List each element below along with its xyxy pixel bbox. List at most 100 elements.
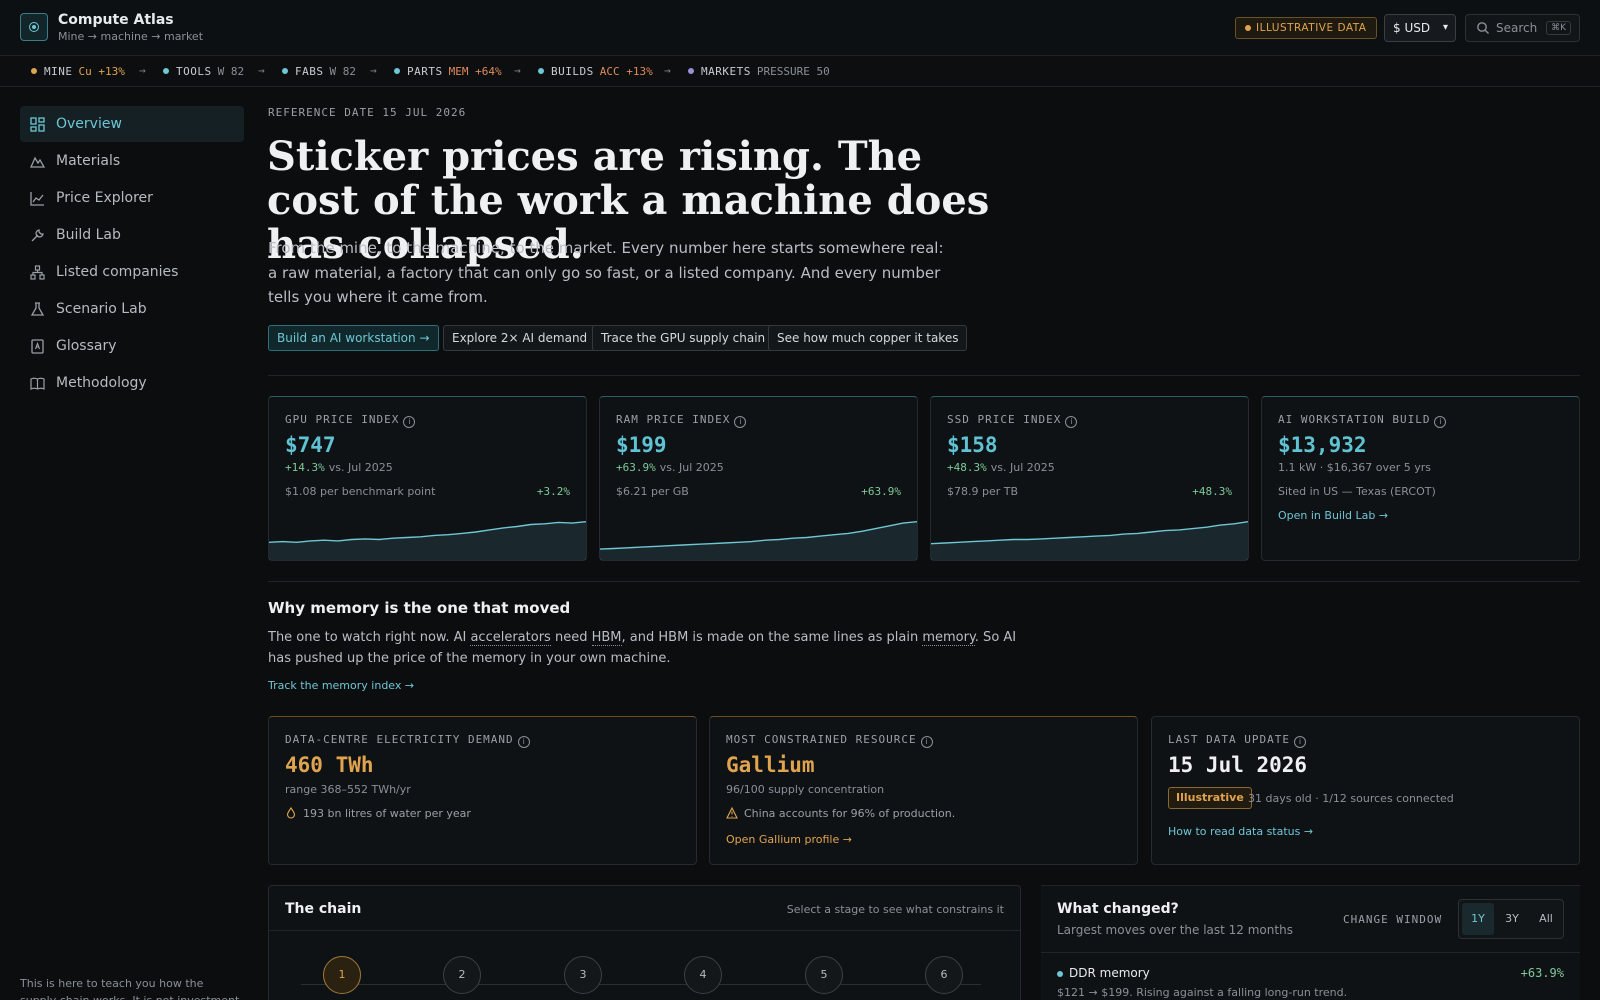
card-change: +14.3% vs. Jul 2025: [285, 461, 393, 474]
ram-index-card[interactable]: RAM PRICE INDEX i $199 +63.9% vs. Jul 2025…: [599, 396, 918, 561]
divider: [269, 930, 1020, 931]
chain-panel: The chain Select a stage to see what con…: [268, 885, 1021, 1000]
panel-title: What changed?: [1057, 901, 1179, 917]
chain-track: [301, 984, 981, 985]
card-change: +48.3% vs. Jul 2025: [947, 461, 1055, 474]
card-value: $158: [947, 433, 998, 457]
card-label: SSD PRICE INDEX i: [947, 413, 1078, 428]
open-gallium-link[interactable]: Open Gallium profile →: [726, 833, 852, 846]
last-update-card: LAST DATA UPDATE i 15 Jul 2026 Illustrati…: [1151, 716, 1580, 865]
arrow-right-icon: →: [842, 833, 852, 846]
card-label: LAST DATA UPDATE i: [1168, 733, 1306, 748]
line-chart-icon: [30, 192, 44, 206]
change-window-label: CHANGE WINDOW: [1343, 913, 1443, 926]
chain-stage-3[interactable]: 3: [564, 956, 602, 994]
panel-title: The chain: [285, 901, 362, 917]
disclaimer-text: This is here to teach you how the supply…: [20, 977, 239, 1000]
info-icon[interactable]: i: [1434, 416, 1447, 428]
sidebar-item-listed-companies[interactable]: Listed companies: [20, 254, 244, 290]
panel-hint: Select a stage to see what constrains it: [786, 903, 1004, 916]
shortcut-hint: ⌘K: [1546, 21, 1571, 35]
search-icon: [1477, 22, 1489, 34]
card-value: $199: [616, 433, 667, 457]
track-memory-link[interactable]: Track the memory index →: [268, 679, 414, 692]
info-icon[interactable]: i: [1293, 736, 1306, 748]
what-changed-panel: What changed? Largest moves over the las…: [1041, 885, 1580, 1000]
sidebar-item-price-explorer[interactable]: Price Explorer: [20, 180, 244, 216]
card-unit: $1.08 per benchmark point: [285, 485, 436, 498]
build-workstation-button[interactable]: Build an AI workstation →: [268, 325, 439, 351]
droplet-icon: [286, 807, 296, 819]
arrow-icon: →: [514, 64, 521, 77]
top-bar: Compute Atlas Mine → machine → market IL…: [0, 0, 1600, 56]
logo-icon[interactable]: [20, 13, 48, 41]
sparkline-delta: +63.9%: [861, 485, 901, 498]
info-icon[interactable]: i: [920, 736, 933, 748]
change-row-name[interactable]: DDR memory: [1057, 966, 1150, 980]
chain-stage-1[interactable]: 1: [323, 956, 361, 994]
flask-icon: [30, 302, 45, 316]
page-lede: From the mine, to the machine, to the ma…: [268, 239, 944, 306]
gpu-index-card[interactable]: GPU PRICE INDEX i $747 +14.3% vs. Jul 2025…: [268, 396, 587, 561]
arrow-icon: →: [258, 64, 265, 77]
info-icon[interactable]: i: [1065, 416, 1078, 428]
open-build-lab-link[interactable]: Open in Build Lab →: [1278, 509, 1388, 522]
status-dot: [394, 68, 400, 74]
sidebar-item-methodology[interactable]: Methodology: [20, 365, 244, 401]
sidebar-item-build-lab[interactable]: Build Lab: [20, 217, 244, 253]
status-dot: [538, 68, 544, 74]
info-icon[interactable]: i: [517, 736, 530, 748]
glossary-term[interactable]: accelerators: [470, 630, 551, 646]
info-icon[interactable]: i: [734, 416, 747, 428]
info-icon[interactable]: i: [403, 416, 416, 428]
card-note: 193 bn litres of water per year: [285, 807, 471, 820]
sidebar-item-scenario-lab[interactable]: Scenario Lab: [20, 291, 244, 327]
data-status-link[interactable]: How to read data status →: [1168, 825, 1313, 838]
sidebar-item-glossary[interactable]: Glossary: [20, 328, 244, 364]
ribbon-item-mine[interactable]: MINE Cu +13%: [31, 65, 125, 78]
chain-stage-6[interactable]: 6: [925, 956, 963, 994]
card-value: Gallium: [726, 753, 815, 777]
card-location: Sited in US — Texas (ERCOT): [1278, 485, 1436, 498]
trace-gpu-chain-button[interactable]: Trace the GPU supply chain: [592, 325, 775, 351]
sidebar-item-overview[interactable]: Overview: [20, 106, 244, 142]
arrow-icon: →: [664, 64, 671, 77]
window-all-button[interactable]: All: [1530, 903, 1562, 935]
sparkline-delta: +48.3%: [1192, 485, 1232, 498]
divider: [268, 581, 1580, 582]
electricity-demand-card: DATA-CENTRE ELECTRICITY DEMAND i 460 TWh …: [268, 716, 697, 865]
ribbon-item-parts[interactable]: PARTS MEM +64%: [394, 65, 502, 78]
window-3y-button[interactable]: 3Y: [1496, 903, 1528, 935]
card-change: +63.9% vs. Jul 2025: [616, 461, 724, 474]
chain-stage-2[interactable]: 2: [443, 956, 481, 994]
ribbon-item-fabs[interactable]: FABS W 82: [282, 65, 356, 78]
ribbon-item-markets[interactable]: MARKETS PRESSURE 50: [688, 65, 830, 78]
sidebar-item-materials[interactable]: Materials: [20, 143, 244, 179]
ribbon-item-builds[interactable]: BUILDS ACC +13%: [538, 65, 653, 78]
explore-ai-demand-button[interactable]: Explore 2× AI demand: [443, 325, 597, 351]
chain-stage-5[interactable]: 5: [805, 956, 843, 994]
arrow-icon: →: [370, 64, 377, 77]
ssd-index-card[interactable]: SSD PRICE INDEX i $158 +48.3% vs. Jul 2025…: [930, 396, 1249, 561]
card-range: range 368–552 TWh/yr: [285, 783, 411, 796]
chevron-down-icon: ▾: [1442, 22, 1448, 33]
divider: [1041, 952, 1580, 953]
currency-select[interactable]: $ USD ▾: [1384, 14, 1456, 42]
chain-ribbon: MINE Cu +13% → TOOLS W 82 → FABS W 82 → PAR…: [0, 56, 1600, 87]
sidebar: Overview Materials Price Explorer Build …: [0, 87, 250, 1000]
window-1y-button[interactable]: 1Y: [1462, 903, 1494, 935]
panel-subtitle: Largest moves over the last 12 months: [1057, 923, 1293, 937]
org-chart-icon: [30, 265, 45, 280]
glossary-term[interactable]: HBM: [591, 630, 622, 646]
card-label: DATA-CENTRE ELECTRICITY DEMAND i: [285, 733, 530, 748]
glossary-term[interactable]: memory: [922, 630, 975, 646]
ribbon-item-tools[interactable]: TOOLS W 82: [163, 65, 244, 78]
status-dot: [31, 68, 37, 74]
copper-button[interactable]: See how much copper it takes: [768, 325, 968, 351]
constrained-resource-card: MOST CONSTRAINED RESOURCE i Gallium 96/10…: [709, 716, 1138, 865]
search-input[interactable]: Search ⌘K: [1465, 14, 1580, 42]
card-value: 460 TWh: [285, 753, 374, 777]
ai-workstation-card[interactable]: AI WORKSTATION BUILD i $13,932 1.1 kW · $…: [1261, 396, 1580, 561]
chain-stage-4[interactable]: 4: [684, 956, 722, 994]
arrow-right-icon: →: [1303, 825, 1314, 838]
